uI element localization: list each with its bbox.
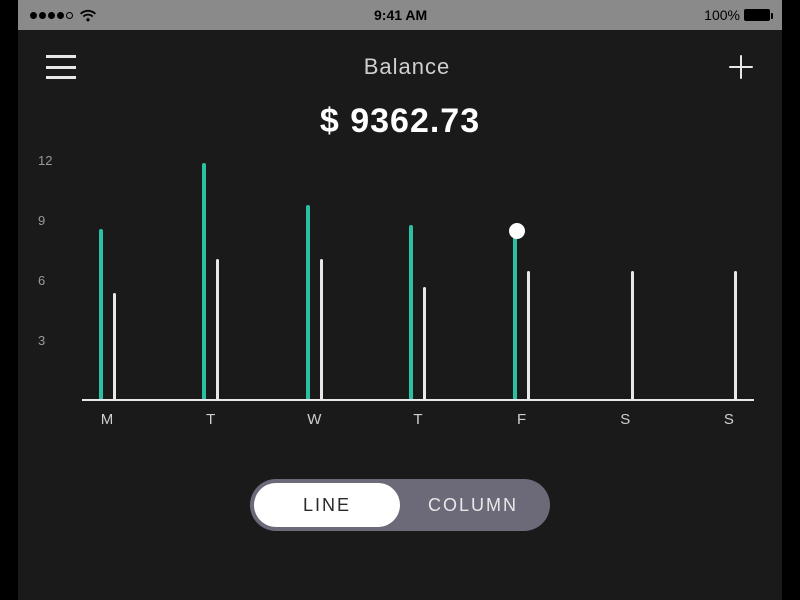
- status-bar-right: 100%: [704, 7, 770, 23]
- balance-chart: 12963 MTWTFSS: [18, 161, 782, 451]
- bar-primary: [99, 229, 103, 399]
- chart-day-group[interactable]: [289, 161, 339, 399]
- battery-percent: 100%: [704, 7, 740, 23]
- chart-day-group[interactable]: [497, 161, 547, 399]
- toggle-column[interactable]: COLUMN: [400, 483, 546, 527]
- toggle-line[interactable]: LINE: [254, 483, 400, 527]
- bar-secondary: [527, 271, 530, 399]
- add-button[interactable]: [728, 54, 754, 80]
- x-tick: S: [704, 411, 754, 428]
- x-axis-labels: MTWTFSS: [82, 401, 754, 428]
- bar-secondary: [734, 271, 737, 399]
- x-tick: T: [186, 411, 236, 428]
- menu-button[interactable]: [46, 55, 86, 79]
- chart-day-group[interactable]: [82, 161, 132, 399]
- plus-icon: [728, 54, 754, 80]
- chart-day-group[interactable]: [600, 161, 650, 399]
- page-title: Balance: [364, 54, 451, 80]
- bar-secondary: [631, 271, 634, 399]
- signal-dots-icon: [30, 12, 73, 19]
- bar-secondary: [320, 259, 323, 399]
- bar-primary: [306, 205, 310, 399]
- bar-secondary: [216, 259, 219, 399]
- chart-day-group[interactable]: [393, 161, 443, 399]
- bar-secondary: [423, 287, 426, 399]
- battery-icon: [744, 9, 770, 21]
- bar-primary: [202, 163, 206, 399]
- x-tick: W: [289, 411, 339, 428]
- status-bar-time: 9:41 AM: [374, 7, 427, 23]
- device-frame: 9:41 AM 100% Balance: [0, 0, 800, 600]
- bar-primary: [409, 225, 413, 399]
- x-tick: S: [600, 411, 650, 428]
- status-bar-left: [30, 9, 97, 22]
- x-tick: T: [393, 411, 443, 428]
- wifi-icon: [79, 9, 97, 22]
- status-bar: 9:41 AM 100%: [18, 0, 782, 30]
- app-header: Balance: [18, 30, 782, 90]
- chart-day-group[interactable]: [186, 161, 236, 399]
- x-tick: M: [82, 411, 132, 428]
- bar-primary: [513, 231, 517, 399]
- balance-amount: $ 9362.73: [18, 90, 782, 161]
- chart-day-group[interactable]: [704, 161, 754, 399]
- x-tick: F: [497, 411, 547, 428]
- screen: 9:41 AM 100% Balance: [18, 0, 782, 600]
- hamburger-icon: [46, 55, 76, 79]
- chart-plot: [82, 161, 754, 401]
- bar-secondary: [113, 293, 116, 399]
- chart-highlight-marker-icon: [509, 223, 525, 239]
- chart-type-toggle[interactable]: LINE COLUMN: [250, 479, 550, 531]
